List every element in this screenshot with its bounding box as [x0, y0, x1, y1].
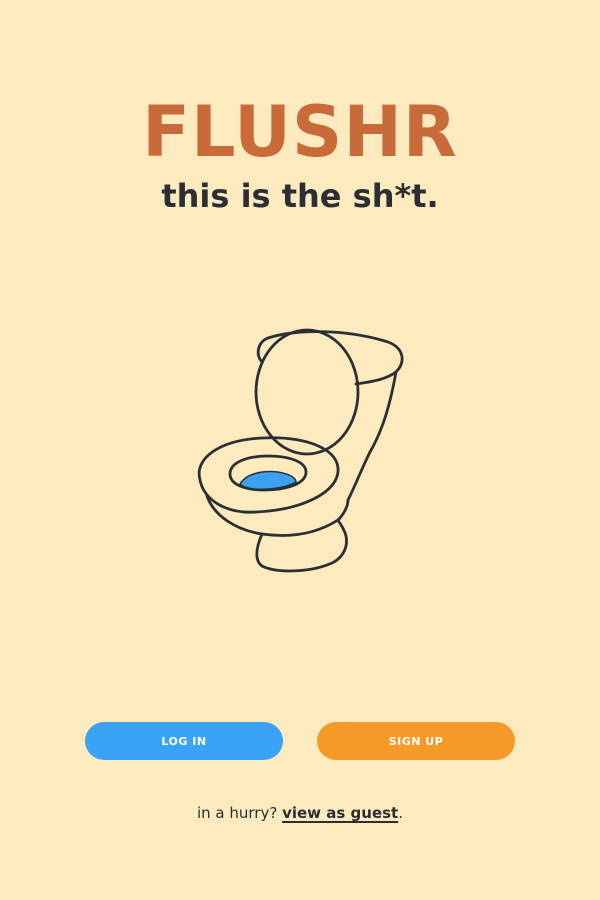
- guest-prompt: in a hurry? view as guest.: [0, 802, 600, 824]
- toilet-icon: [197, 328, 404, 573]
- signup-button[interactable]: SIGN UP: [317, 722, 515, 760]
- guest-prompt-suffix: .: [398, 804, 403, 822]
- guest-prompt-text: in a hurry?: [196, 804, 283, 822]
- app-tagline: this is the sh*t.: [161, 177, 439, 215]
- app-title: FLUSHR: [142, 91, 458, 173]
- login-button[interactable]: LOG IN: [85, 722, 283, 760]
- view-as-guest-link[interactable]: view as guest: [282, 804, 398, 822]
